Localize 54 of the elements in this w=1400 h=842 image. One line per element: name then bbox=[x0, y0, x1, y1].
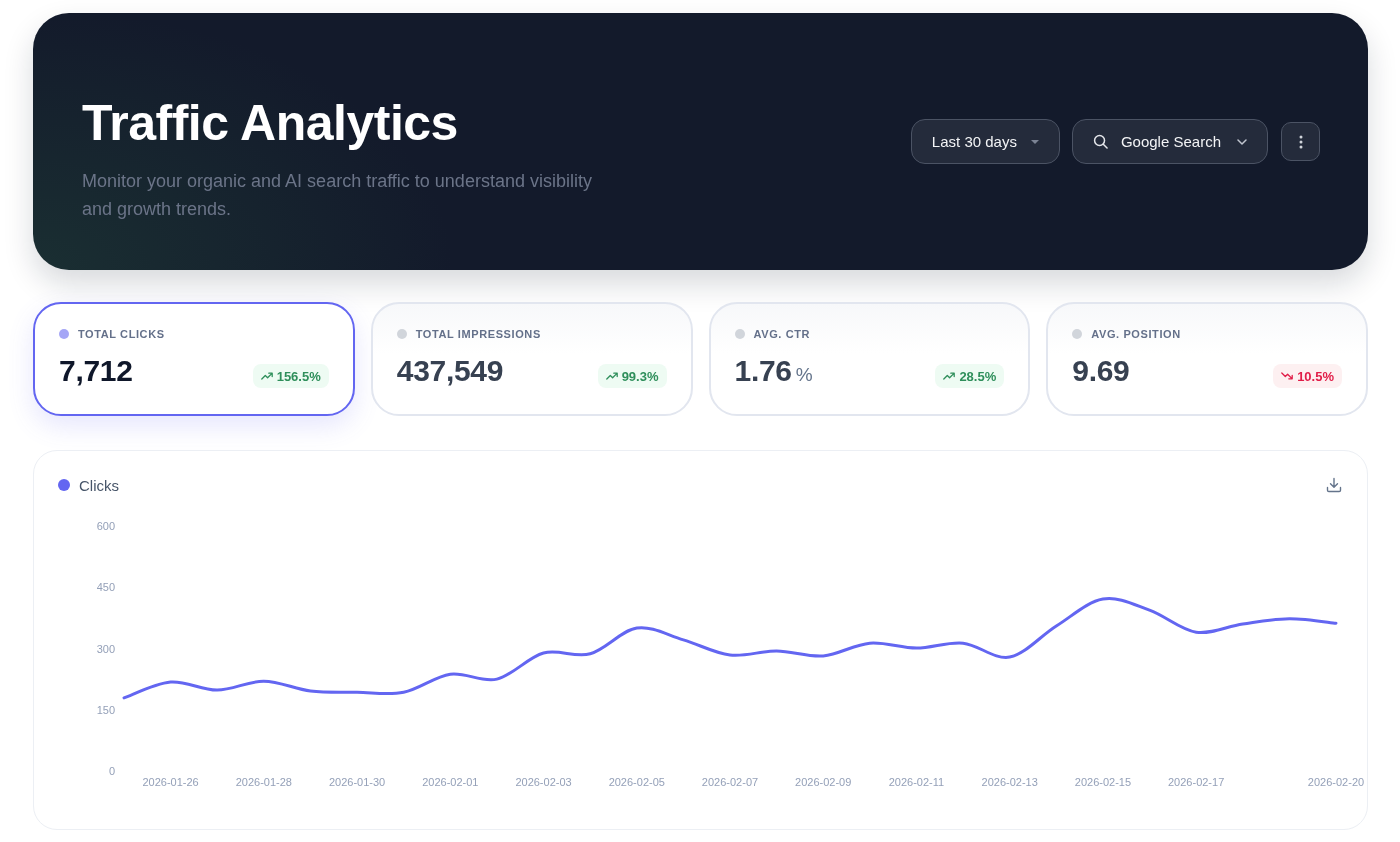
metric-value: 437,549 bbox=[396, 353, 504, 389]
page-title: Traffic Analytics bbox=[82, 94, 459, 153]
axis-label: 2026-02-11 bbox=[888, 776, 945, 788]
metric-value: 9.69 bbox=[1072, 353, 1130, 389]
legend-label: Clicks bbox=[79, 476, 119, 494]
search-icon bbox=[1092, 134, 1108, 149]
axis-label: 300 bbox=[96, 642, 115, 655]
metric-value: 1.76 bbox=[734, 353, 792, 389]
metric-label: AVG. POSITION bbox=[1091, 328, 1181, 340]
dot-icon bbox=[59, 329, 69, 339]
metric-unit: % bbox=[795, 364, 813, 386]
axis-label: 2026-02-07 bbox=[701, 776, 759, 788]
trend-up-icon bbox=[260, 372, 273, 380]
source-dropdown[interactable]: Google Search bbox=[1071, 119, 1268, 164]
metric-label: AVG. CTR bbox=[753, 328, 811, 340]
axis-label: 2026-02-09 bbox=[795, 776, 852, 788]
change-text: 99.3% bbox=[621, 368, 659, 384]
metric-card[interactable]: AVG. CTR 1.76% 28.5% bbox=[708, 302, 1031, 416]
metric-label: TOTAL CLICKS bbox=[78, 328, 165, 340]
axis-label: 2026-02-17 bbox=[1168, 776, 1225, 788]
axis-label: 2026-02-20 bbox=[1307, 776, 1365, 788]
axis-label: 2026-02-01 bbox=[422, 776, 479, 788]
period-dropdown[interactable]: Last 30 days bbox=[910, 119, 1060, 164]
axis-label: 2026-01-26 bbox=[142, 776, 199, 788]
change-text: 156.5% bbox=[276, 368, 321, 384]
dot-icon bbox=[734, 329, 745, 339]
axis-label: 2026-02-15 bbox=[1074, 776, 1132, 788]
more-icon bbox=[1298, 134, 1303, 149]
caret-icon bbox=[1030, 139, 1039, 144]
dot-icon bbox=[396, 329, 407, 339]
trend-up-icon bbox=[605, 372, 618, 380]
metric-label: TOTAL IMPRESSIONS bbox=[415, 328, 541, 340]
axis-label: 2026-02-05 bbox=[608, 776, 665, 788]
metric-card[interactable]: TOTAL CLICKS 7,712 156.5% bbox=[33, 302, 355, 416]
more-button[interactable] bbox=[1281, 122, 1320, 161]
chevron-down-icon bbox=[1237, 138, 1247, 145]
page-subtitle: Monitor your organic and AI search traffic to understand visibility and growth trends. bbox=[82, 170, 593, 221]
change-text: 28.5% bbox=[959, 368, 997, 384]
axis-label: 150 bbox=[96, 703, 115, 716]
metric-card[interactable]: AVG. POSITION 9.69 10.5% bbox=[1046, 302, 1368, 416]
download-icon[interactable] bbox=[1326, 477, 1342, 493]
metric-value: 7,712 bbox=[59, 353, 133, 389]
dot-icon bbox=[1072, 329, 1083, 339]
axis-label: 2026-01-30 bbox=[328, 776, 386, 788]
change-text: 10.5% bbox=[1297, 368, 1334, 384]
metric-card[interactable]: TOTAL IMPRESSIONS 437,549 99.3% bbox=[370, 302, 693, 416]
axis-label: 2026-02-03 bbox=[515, 776, 572, 788]
axis-label: 2026-02-13 bbox=[981, 776, 1038, 788]
axis-label: 450 bbox=[96, 581, 115, 594]
axis-label: 600 bbox=[96, 520, 115, 532]
axis-label: 0 bbox=[108, 765, 115, 777]
trend-down-icon bbox=[1281, 372, 1294, 380]
trend-up-icon bbox=[943, 372, 956, 380]
axis-label: 2026-01-28 bbox=[235, 776, 292, 788]
